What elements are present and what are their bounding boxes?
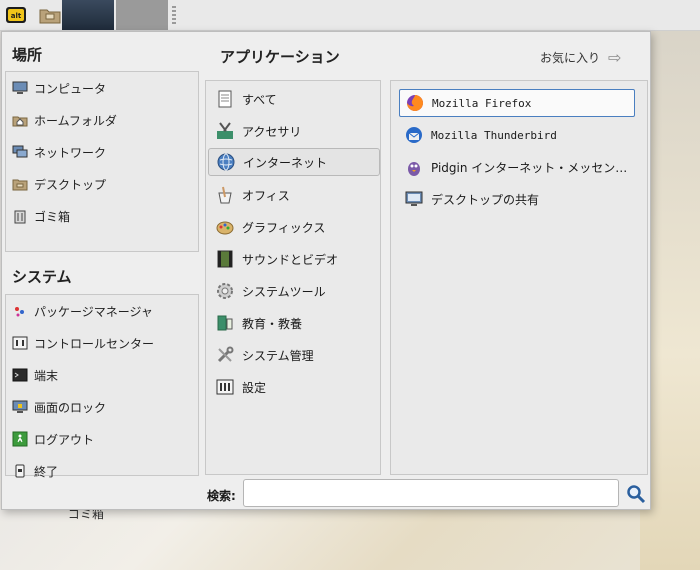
category-label: すべて	[242, 92, 277, 107]
all-apps-icon	[214, 88, 236, 110]
app-list: Mozilla Firefox Mozilla Thunderbird Pidg…	[390, 80, 648, 475]
panel-drag-handle[interactable]	[172, 6, 176, 24]
system-item-lock-screen[interactable]: 画面のロック	[12, 393, 106, 421]
desktop-folder-icon	[12, 176, 28, 192]
category-list: すべて アクセサリ インターネット オフィス グラフィックス サウンドとビデオ …	[205, 80, 381, 475]
firefox-icon	[404, 92, 426, 114]
control-center-icon	[12, 335, 28, 351]
category-sound-video[interactable]: サウンドとビデオ	[208, 245, 380, 273]
category-settings[interactable]: 設定	[208, 373, 380, 401]
places-item-label: デスクトップ	[34, 177, 107, 192]
category-label: オフィス	[242, 188, 290, 203]
folder-icon	[39, 9, 61, 24]
category-office[interactable]: オフィス	[208, 181, 380, 209]
system-tools-icon	[214, 280, 236, 302]
system-item-label: 画面のロック	[34, 400, 107, 415]
favorites-button[interactable]: お気に入り ⇨	[540, 48, 621, 67]
system-item-label: 端末	[34, 368, 59, 383]
system-item-logout[interactable]: ログアウト	[12, 425, 94, 453]
places-item-trash[interactable]: ゴミ箱	[12, 202, 70, 230]
app-item-pidgin[interactable]: Pidgin インターネット・メッセン…	[399, 153, 635, 181]
places-item-computer[interactable]: コンピュータ	[12, 74, 106, 102]
system-item-terminal[interactable]: 端末	[12, 361, 58, 389]
home-folder-icon	[12, 112, 28, 128]
category-label: システムツール	[242, 284, 326, 299]
system-list: パッケージマネージャ コントロールセンター 端末 画面のロック ログアウト 終了	[5, 294, 199, 479]
app-item-thunderbird[interactable]: Mozilla Thunderbird	[399, 121, 635, 149]
places-item-network[interactable]: ネットワーク	[12, 138, 106, 166]
category-graphics[interactable]: グラフィックス	[208, 213, 380, 241]
education-icon	[214, 312, 236, 334]
app-item-desktop-sharing[interactable]: デスクトップの共有	[399, 185, 635, 213]
app-item-label: デスクトップの共有	[431, 192, 540, 207]
settings-icon	[214, 376, 236, 398]
package-manager-icon	[12, 303, 28, 319]
system-heading: システム	[12, 268, 72, 286]
search-label: 検索:	[207, 489, 236, 503]
accessories-icon	[214, 120, 236, 142]
search-icon[interactable]	[626, 484, 646, 504]
office-icon	[214, 184, 236, 206]
computer-icon	[12, 80, 28, 96]
category-education[interactable]: 教育・教養	[208, 309, 380, 337]
svg-text:alt: alt	[11, 12, 22, 20]
category-label: サウンドとビデオ	[242, 252, 339, 267]
desktop-sharing-icon	[403, 188, 425, 210]
category-label: 設定	[242, 380, 267, 395]
app-item-label: Pidgin インターネット・メッセン…	[431, 160, 628, 175]
app-item-label: Mozilla Firefox	[432, 96, 532, 110]
system-item-label: パッケージマネージャ	[34, 304, 153, 319]
graphics-icon	[214, 216, 236, 238]
search-input[interactable]	[243, 479, 619, 507]
places-item-label: コンピュータ	[34, 81, 107, 96]
taskbar-window-2[interactable]	[116, 0, 168, 30]
places-item-home[interactable]: ホームフォルダ	[12, 106, 117, 134]
system-item-label: コントロールセンター	[34, 336, 155, 351]
arrow-right-icon: ⇨	[608, 48, 622, 67]
pidgin-icon	[403, 156, 425, 178]
system-item-label: 終了	[34, 464, 59, 479]
category-label: 教育・教養	[242, 316, 303, 331]
category-label: システム管理	[242, 348, 314, 363]
category-accessories[interactable]: アクセサリ	[208, 117, 380, 145]
system-item-label: ログアウト	[34, 432, 95, 447]
trash-icon	[12, 208, 28, 224]
taskbar-window-1[interactable]	[62, 0, 114, 30]
app-item-label: Mozilla Thunderbird	[431, 128, 557, 142]
system-item-package-manager[interactable]: パッケージマネージャ	[12, 297, 153, 325]
places-item-label: ホームフォルダ	[34, 113, 117, 128]
places-item-desktop[interactable]: デスクトップ	[12, 170, 106, 198]
places-item-label: ゴミ箱	[34, 209, 71, 224]
system-item-control-center[interactable]: コントロールセンター	[12, 329, 154, 357]
category-label: アクセサリ	[242, 124, 302, 139]
system-item-shutdown[interactable]: 終了	[12, 457, 58, 485]
sound-video-icon	[214, 248, 236, 270]
category-administration[interactable]: システム管理	[208, 341, 380, 369]
internet-icon	[215, 151, 237, 173]
shutdown-icon	[12, 463, 28, 479]
administration-icon	[214, 344, 236, 366]
places-heading: 場所	[12, 46, 43, 64]
category-label: インターネット	[243, 155, 328, 170]
main-menu-button[interactable]: alt	[4, 3, 28, 27]
terminal-icon	[12, 367, 28, 383]
category-label: グラフィックス	[242, 220, 326, 235]
altmenu-icon: alt	[6, 7, 26, 23]
app-item-firefox[interactable]: Mozilla Firefox	[399, 89, 635, 117]
category-all[interactable]: すべて	[208, 85, 380, 113]
thunderbird-icon	[403, 124, 425, 146]
category-system-tools[interactable]: システムツール	[208, 277, 380, 305]
network-icon	[12, 144, 28, 160]
logout-icon	[12, 431, 28, 447]
places-item-label: ネットワーク	[34, 145, 107, 160]
application-menu: 場所 コンピュータ ホームフォルダ ネットワーク デスクトップ ゴミ箱 システム…	[1, 31, 651, 510]
lock-screen-icon	[12, 399, 28, 415]
top-panel: alt	[0, 0, 700, 31]
folder-launcher-button[interactable]	[38, 3, 62, 27]
category-internet[interactable]: インターネット	[208, 148, 380, 176]
favorites-label: お気に入り	[540, 51, 601, 65]
places-list: コンピュータ ホームフォルダ ネットワーク デスクトップ ゴミ箱	[5, 71, 199, 252]
applications-heading: アプリケーション	[220, 48, 340, 66]
